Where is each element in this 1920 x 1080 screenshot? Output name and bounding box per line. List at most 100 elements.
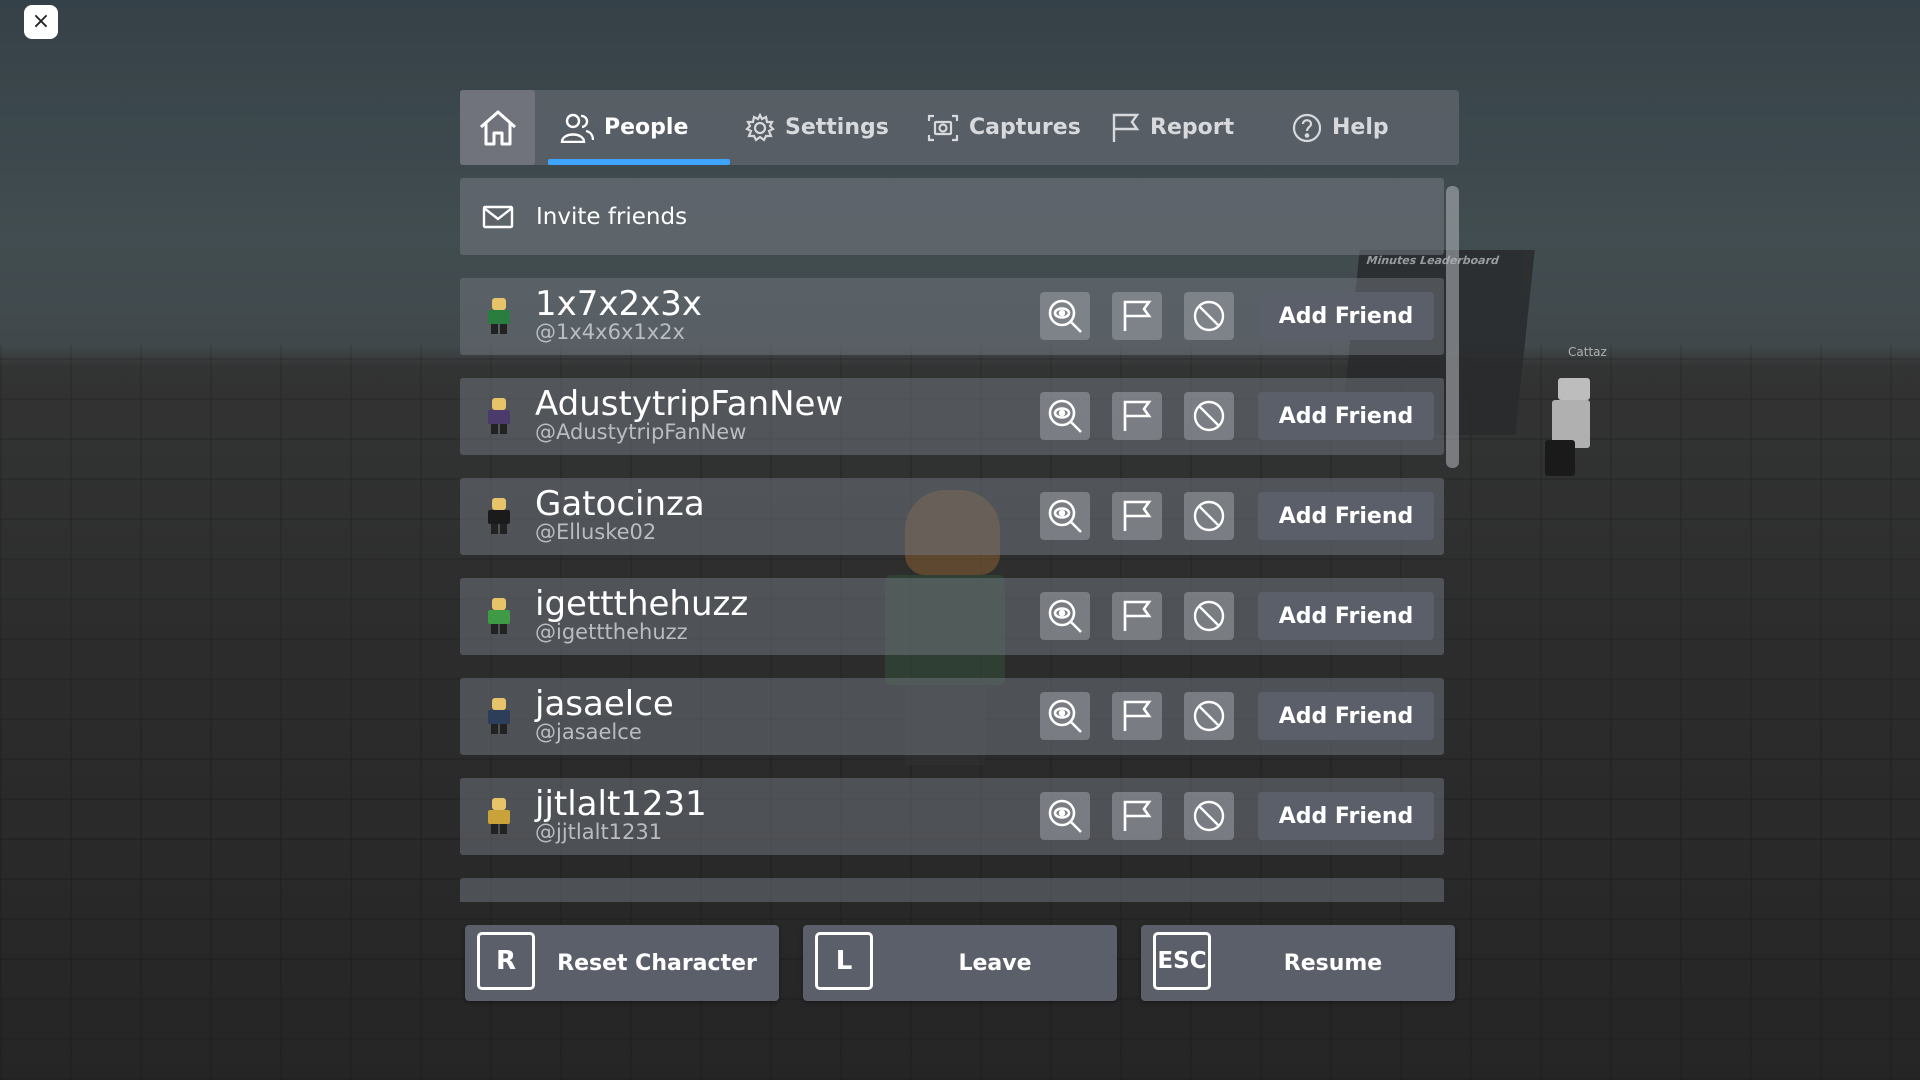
leave-button[interactable]: L Leave bbox=[803, 925, 1117, 1001]
gear-icon bbox=[745, 112, 775, 142]
block-button[interactable] bbox=[1184, 492, 1234, 540]
player-row[interactable]: AdustytripFanNew @AdustytripFanNew Add Fri… bbox=[460, 378, 1444, 455]
tab-captures[interactable]: Captures bbox=[927, 90, 1081, 165]
inspect-icon bbox=[1046, 797, 1084, 835]
home-icon bbox=[479, 110, 516, 145]
inspect-button[interactable] bbox=[1040, 792, 1090, 840]
player-display-name: jjtlalt1231 bbox=[535, 784, 707, 824]
block-icon bbox=[1192, 599, 1226, 633]
people-icon bbox=[560, 113, 594, 143]
inspect-button[interactable] bbox=[1040, 692, 1090, 740]
inspect-button[interactable] bbox=[1040, 392, 1090, 440]
add-friend-button[interactable]: Add Friend bbox=[1258, 292, 1434, 340]
invite-friends-label: Invite friends bbox=[536, 203, 688, 230]
player-row[interactable]: jasaelce @jasaelce Add Friend bbox=[460, 678, 1444, 755]
tab-help[interactable]: Help bbox=[1292, 90, 1389, 165]
flag-icon bbox=[1121, 399, 1153, 433]
flag-icon bbox=[1112, 113, 1140, 142]
player-display-name: Gatocinza bbox=[535, 484, 705, 524]
add-friend-button[interactable]: Add Friend bbox=[1258, 592, 1434, 640]
inspect-icon bbox=[1046, 597, 1084, 635]
reset-key-hint: R bbox=[477, 932, 535, 990]
flag-icon bbox=[1121, 799, 1153, 833]
player-display-name: 1x7x2x3x bbox=[535, 284, 703, 324]
add-friend-button[interactable]: Add Friend bbox=[1258, 392, 1434, 440]
player-row[interactable]: igettthehuzz @igettthehuzz Add Friend bbox=[460, 578, 1444, 655]
report-button[interactable] bbox=[1112, 292, 1162, 340]
player-row[interactable]: 1x7x2x3x @1x4x6x1x2x Add Friend bbox=[460, 278, 1444, 355]
add-friend-button[interactable]: Add Friend bbox=[1258, 692, 1434, 740]
player-avatar bbox=[488, 398, 510, 434]
tab-people-label: People bbox=[604, 115, 689, 140]
invite-friends-row[interactable]: Invite friends bbox=[460, 178, 1444, 255]
block-icon bbox=[1192, 299, 1226, 333]
player-row-partial[interactable] bbox=[460, 878, 1444, 902]
player-row[interactable]: Gatocinza @Elluske02 Add Friend bbox=[460, 478, 1444, 555]
player-username: @igettthehuzz bbox=[535, 620, 688, 644]
player-avatar bbox=[488, 498, 510, 534]
tab-settings[interactable]: Settings bbox=[745, 90, 889, 165]
flag-icon bbox=[1121, 599, 1153, 633]
player-username: @1x4x6x1x2x bbox=[535, 320, 685, 344]
inspect-icon bbox=[1046, 297, 1084, 335]
player-display-name: jasaelce bbox=[535, 684, 674, 724]
home-tab-button[interactable] bbox=[460, 90, 535, 165]
block-icon bbox=[1192, 499, 1226, 533]
flag-icon bbox=[1121, 299, 1153, 333]
resume-label: Resume bbox=[1283, 950, 1383, 976]
add-friend-button[interactable]: Add Friend bbox=[1258, 492, 1434, 540]
inspect-icon bbox=[1046, 497, 1084, 535]
reset-character-button[interactable]: R Reset Character bbox=[465, 925, 779, 1001]
inspect-button[interactable] bbox=[1040, 292, 1090, 340]
player-username: @jasaelce bbox=[535, 720, 642, 744]
tab-people[interactable]: People bbox=[560, 90, 688, 165]
close-icon: × bbox=[31, 9, 51, 34]
player-avatar bbox=[488, 798, 510, 834]
player-row[interactable]: jjtlalt1231 @jjtlalt1231 Add Friend bbox=[460, 778, 1444, 855]
tab-captures-label: Captures bbox=[969, 115, 1081, 140]
people-list[interactable]: Invite friends 1x7x2x3x @1x4x6x1x2x Add Fr… bbox=[460, 178, 1444, 902]
player-avatar bbox=[488, 698, 510, 734]
block-button[interactable] bbox=[1184, 292, 1234, 340]
resume-key-hint: ESC bbox=[1153, 932, 1211, 990]
report-button[interactable] bbox=[1112, 592, 1162, 640]
report-button[interactable] bbox=[1112, 392, 1162, 440]
player-username: @Elluske02 bbox=[535, 520, 657, 544]
add-friend-button[interactable]: Add Friend bbox=[1258, 792, 1434, 840]
resume-button[interactable]: ESC Resume bbox=[1141, 925, 1455, 1001]
leave-key-hint: L bbox=[815, 932, 873, 990]
block-button[interactable] bbox=[1184, 792, 1234, 840]
block-button[interactable] bbox=[1184, 592, 1234, 640]
player-username: @jjtlalt1231 bbox=[535, 820, 663, 844]
player-display-name: igettthehuzz bbox=[535, 584, 749, 624]
inspect-button[interactable] bbox=[1040, 492, 1090, 540]
block-icon bbox=[1192, 399, 1226, 433]
flag-icon bbox=[1121, 699, 1153, 733]
report-button[interactable] bbox=[1112, 792, 1162, 840]
player-avatar bbox=[488, 298, 510, 334]
inspect-icon bbox=[1046, 397, 1084, 435]
tab-help-label: Help bbox=[1332, 115, 1389, 140]
reset-character-label: Reset Character bbox=[557, 950, 757, 976]
report-button[interactable] bbox=[1112, 492, 1162, 540]
tab-report-label: Report bbox=[1150, 115, 1235, 140]
inspect-icon bbox=[1046, 697, 1084, 735]
player-avatar bbox=[488, 598, 510, 634]
camera-icon bbox=[927, 114, 959, 141]
report-button[interactable] bbox=[1112, 692, 1162, 740]
block-button[interactable] bbox=[1184, 692, 1234, 740]
close-menu-button[interactable]: × bbox=[24, 5, 58, 39]
inspect-button[interactable] bbox=[1040, 592, 1090, 640]
player-username: @AdustytripFanNew bbox=[535, 420, 747, 444]
player-display-name: AdustytripFanNew bbox=[535, 384, 844, 424]
active-tab-indicator bbox=[548, 159, 730, 165]
flag-icon bbox=[1121, 499, 1153, 533]
tab-report[interactable]: Report bbox=[1110, 90, 1234, 165]
block-button[interactable] bbox=[1184, 392, 1234, 440]
help-icon bbox=[1292, 113, 1322, 142]
mail-icon bbox=[482, 205, 514, 228]
list-scrollbar[interactable] bbox=[1446, 186, 1459, 468]
block-icon bbox=[1192, 799, 1226, 833]
tab-settings-label: Settings bbox=[785, 115, 889, 140]
leave-label: Leave bbox=[958, 950, 1032, 976]
